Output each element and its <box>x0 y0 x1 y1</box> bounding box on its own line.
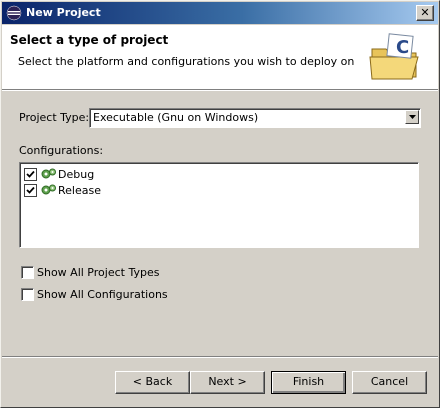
checkmark-icon <box>26 170 35 178</box>
configuration-label: Debug <box>58 168 95 181</box>
project-type-label: Project Type: <box>19 111 90 124</box>
show-all-project-types-label: Show All Project Types <box>37 266 160 279</box>
next-button[interactable]: Next > <box>190 371 265 394</box>
title-bar[interactable]: New Project ✕ <box>2 2 438 24</box>
header-separator <box>2 89 438 91</box>
show-all-configurations-checkbox[interactable] <box>21 288 34 301</box>
configurations-label: Configurations: <box>19 144 104 157</box>
new-project-dialog: New Project ✕ Select a type of project S… <box>0 0 440 408</box>
finish-button[interactable]: Finish <box>271 371 346 394</box>
project-type-select[interactable]: Executable (Gnu on Windows) <box>89 108 421 128</box>
eclipse-app-icon <box>6 5 22 21</box>
release-checkbox[interactable] <box>24 184 37 197</box>
checkmark-icon <box>26 186 35 194</box>
page-description: Select the platform and configurations y… <box>18 55 355 68</box>
configuration-gear-icon <box>41 184 56 195</box>
show-all-project-types-checkbox[interactable] <box>21 266 34 279</box>
back-button[interactable]: < Back <box>115 371 190 394</box>
project-type-value: Executable (Gnu on Windows) <box>93 111 259 124</box>
svg-text:C: C <box>396 37 409 58</box>
button-bar-separator <box>2 356 438 358</box>
window-title: New Project <box>26 6 101 19</box>
page-title: Select a type of project <box>10 33 169 47</box>
cancel-button[interactable]: Cancel <box>352 371 427 394</box>
configurations-list[interactable]: Debug Release <box>19 162 419 248</box>
project-type-dropdown-button[interactable] <box>405 110 419 124</box>
configuration-gear-icon <box>41 168 56 179</box>
new-project-folder-icon: C <box>369 33 419 80</box>
close-button[interactable]: ✕ <box>416 5 434 21</box>
show-all-configurations-label: Show All Configurations <box>37 288 168 301</box>
configuration-label: Release <box>58 184 101 197</box>
chevron-down-icon <box>409 115 416 119</box>
debug-checkbox[interactable] <box>24 168 37 181</box>
wizard-header: Select a type of project Select the plat… <box>2 25 438 89</box>
close-icon: ✕ <box>420 6 430 19</box>
